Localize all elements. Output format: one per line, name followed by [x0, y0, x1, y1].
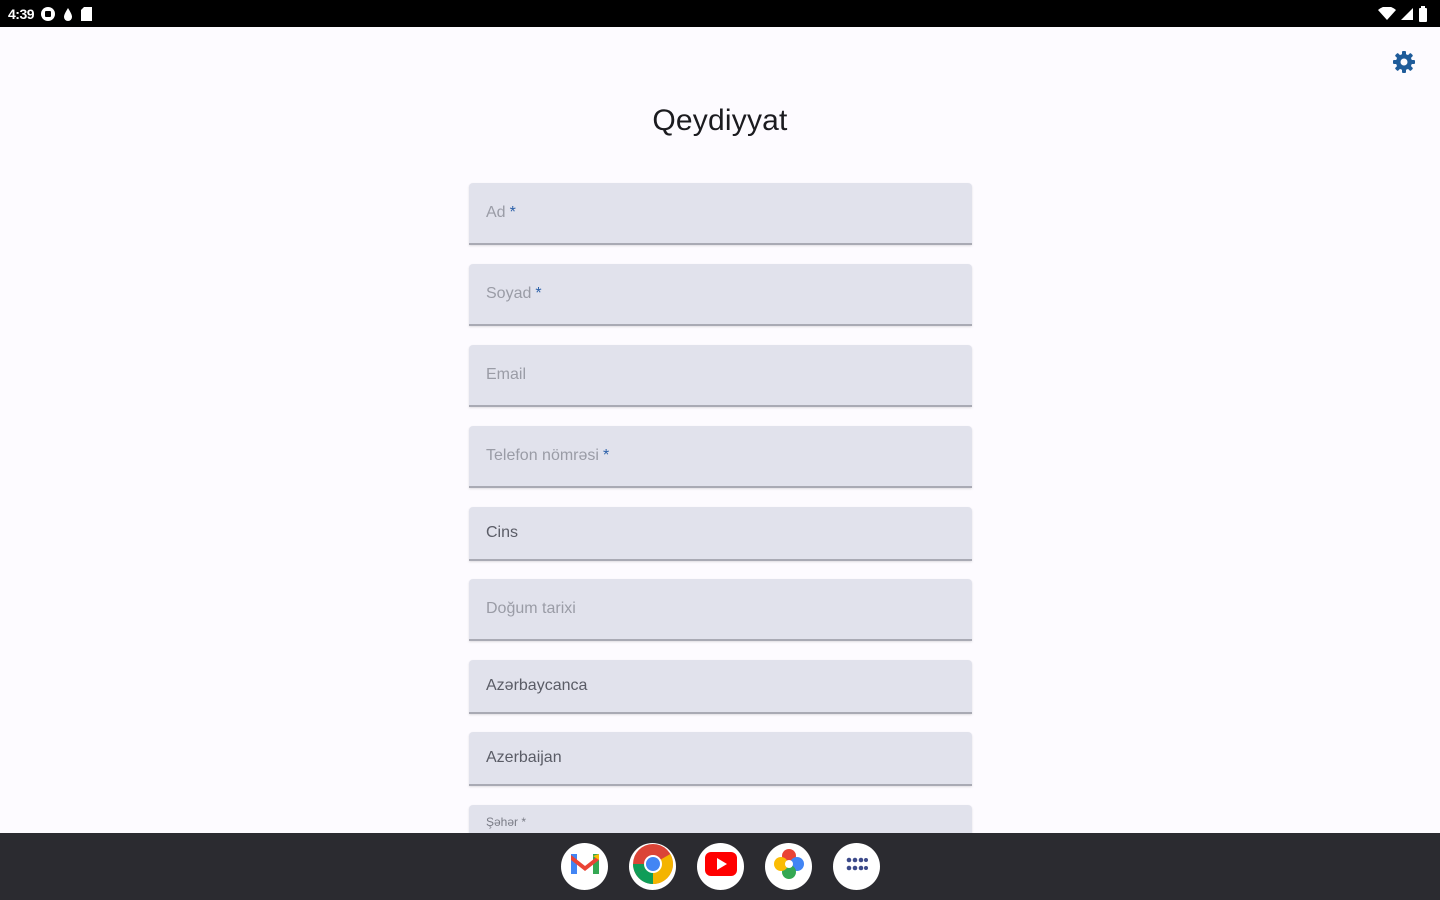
youtube-icon: [704, 851, 738, 882]
language-value: Azərbaycanca: [486, 677, 588, 694]
battery-icon: [1418, 6, 1428, 22]
taskbar: [0, 833, 1440, 900]
app-drawer-icon: [846, 857, 868, 876]
last-name-label: Soyad *: [486, 285, 542, 302]
language-select[interactable]: Azərbaycanca: [469, 660, 972, 714]
gmail-icon: [570, 852, 600, 881]
cell-signal-icon: [1400, 7, 1414, 21]
gear-icon: [1392, 50, 1416, 79]
youtube-app[interactable]: [697, 843, 744, 890]
first-name-field[interactable]: Ad *: [469, 183, 972, 245]
email-field[interactable]: Email: [469, 345, 972, 407]
chrome-app[interactable]: [629, 843, 676, 890]
phone-field[interactable]: Telefon nömrəsi *: [469, 426, 972, 488]
country-select[interactable]: Azerbaijan: [469, 732, 972, 786]
photos-app[interactable]: [765, 843, 812, 890]
status-bar: 4:39: [0, 0, 1440, 27]
first-name-label: Ad *: [486, 204, 516, 221]
city-field[interactable]: Şəhər *: [469, 805, 972, 833]
last-name-field[interactable]: Soyad *: [469, 264, 972, 326]
required-mark: *: [602, 447, 610, 464]
birth-date-field[interactable]: Doğum tarixi: [469, 579, 972, 641]
page-title: Qeydiyyat: [652, 104, 788, 137]
drop-icon: [62, 6, 74, 22]
status-time: 4:39: [8, 6, 35, 22]
birth-date-label: Doğum tarixi: [486, 600, 576, 617]
gmail-app[interactable]: [561, 843, 608, 890]
required-mark: *: [535, 285, 542, 302]
photos-icon: [772, 847, 806, 886]
gender-select[interactable]: Cins: [469, 507, 972, 561]
sd-card-icon: [80, 6, 94, 22]
chrome-icon: [632, 843, 674, 890]
gender-value: Cins: [486, 524, 519, 541]
phone-label: Telefon nömrəsi *: [486, 447, 610, 464]
city-label: Şəhər *: [486, 815, 527, 829]
sim-icon: [40, 6, 56, 22]
required-mark: *: [509, 204, 516, 221]
app-drawer-button[interactable]: [833, 843, 880, 890]
wifi-icon: [1378, 7, 1396, 21]
email-label: Email: [486, 366, 527, 383]
settings-button[interactable]: [1388, 48, 1420, 80]
country-value: Azerbaijan: [486, 749, 562, 766]
